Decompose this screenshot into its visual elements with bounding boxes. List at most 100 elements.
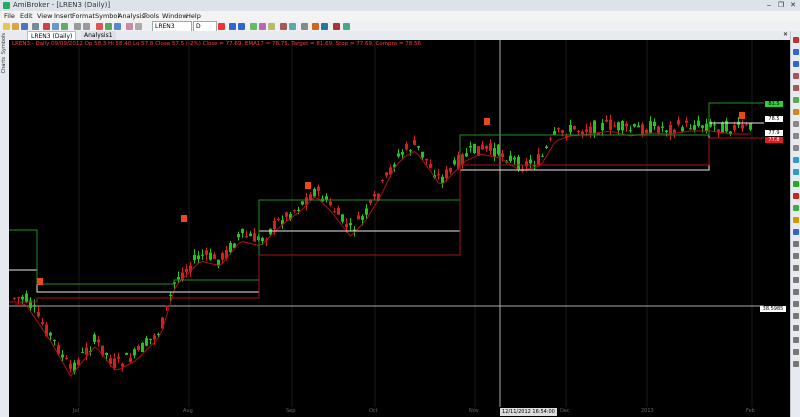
fib-retracement-icon[interactable] [793, 109, 799, 115]
candle-body [237, 234, 240, 238]
magnet-icon[interactable] [793, 217, 799, 223]
candle-body [381, 180, 384, 182]
text-tool-icon[interactable] [793, 157, 799, 163]
menu-file[interactable]: File [4, 12, 15, 20]
menu-help[interactable]: Help [186, 12, 201, 20]
menu-analysis[interactable]: Analysis [118, 12, 145, 20]
menu-tools[interactable]: Tools [143, 12, 159, 20]
candle-body [301, 201, 304, 205]
stop-icon[interactable] [333, 23, 340, 30]
copy-icon[interactable] [52, 23, 59, 30]
menu-edit[interactable]: Edit [20, 12, 33, 20]
open-icon[interactable] [12, 23, 19, 30]
candle-body [745, 124, 748, 126]
candle-body [193, 255, 196, 261]
undo-icon[interactable] [74, 23, 81, 30]
restore-button[interactable]: ❐ [777, 1, 785, 9]
lock-icon[interactable] [793, 277, 799, 283]
candle-body [697, 120, 700, 126]
minimize-button[interactable]: ‒ [765, 1, 773, 9]
alert-icon[interactable] [312, 23, 319, 30]
delete-icon[interactable] [793, 313, 799, 319]
layout-icon[interactable] [126, 23, 133, 30]
candle-body [197, 255, 200, 260]
candle-body [169, 294, 172, 296]
eraser-icon[interactable] [793, 265, 799, 271]
arrow-tool-icon[interactable] [793, 169, 799, 175]
ray-icon[interactable] [793, 61, 799, 67]
menu-insert[interactable]: Insert [54, 12, 73, 20]
chart-canvas[interactable] [9, 40, 764, 407]
candle-body [21, 296, 24, 300]
text-icon[interactable] [268, 23, 275, 30]
chart-icon[interactable] [96, 23, 103, 30]
candle-body [641, 124, 644, 135]
fibonacci-icon[interactable] [259, 23, 266, 30]
layers-icon[interactable] [793, 325, 799, 331]
candle-body [417, 145, 420, 148]
settings-icon[interactable] [135, 23, 142, 30]
candle-body [129, 358, 132, 363]
menu-format[interactable]: Format [72, 12, 95, 20]
candle-body [153, 335, 156, 340]
candlestick-icon[interactable] [289, 23, 296, 30]
arc-icon[interactable] [793, 121, 799, 127]
menu-view[interactable]: View [37, 12, 52, 20]
close-tab-icon[interactable]: ✕ [783, 31, 788, 38]
formula-icon[interactable] [114, 23, 121, 30]
candle-body [253, 233, 256, 242]
candle-body [285, 212, 288, 217]
buy-arrow-icon[interactable] [793, 181, 799, 187]
channel-icon[interactable] [793, 97, 799, 103]
crosshair-icon[interactable] [793, 361, 799, 367]
pitchfork-icon[interactable] [793, 241, 799, 247]
arrow-icon[interactable] [218, 23, 225, 30]
save-icon[interactable] [21, 23, 28, 30]
hide-icon[interactable] [793, 289, 799, 295]
tab-analysis1[interactable]: Analysis1 [81, 31, 116, 40]
candle-body [573, 126, 576, 130]
zoom-out-icon[interactable] [238, 23, 245, 30]
pointer-icon[interactable] [793, 37, 799, 43]
menu-symbol[interactable]: Symbol [95, 12, 119, 20]
trendline-icon[interactable] [793, 49, 799, 55]
gann-icon[interactable] [793, 229, 799, 235]
candle-body [661, 126, 664, 128]
sell-arrow-icon[interactable] [793, 193, 799, 199]
candle-body [17, 297, 20, 299]
candle-body [689, 128, 692, 130]
help-icon[interactable] [321, 23, 328, 30]
line-icon[interactable] [250, 23, 257, 30]
bar-chart-icon[interactable] [280, 23, 287, 30]
vertical-line-icon[interactable] [793, 85, 799, 91]
zoom-in-icon[interactable] [229, 23, 236, 30]
candle-body [577, 131, 580, 133]
candle-body [349, 223, 352, 226]
analysis-icon[interactable] [105, 23, 112, 30]
play-icon[interactable] [343, 23, 350, 30]
paste-icon[interactable] [61, 23, 68, 30]
properties-icon[interactable] [793, 301, 799, 307]
candle-body [245, 235, 248, 238]
ellipse-icon[interactable] [793, 145, 799, 151]
new-icon[interactable] [3, 23, 10, 30]
redo-icon[interactable] [83, 23, 90, 30]
candle-body [473, 143, 476, 153]
grid-icon[interactable] [793, 349, 799, 355]
symbols-tab[interactable]: Symbols [1, 33, 7, 54]
menu-window[interactable]: Window [162, 12, 188, 20]
cut-icon[interactable] [43, 23, 50, 30]
horizontal-line-icon[interactable] [793, 73, 799, 79]
charts-tab[interactable]: Charts [1, 57, 7, 73]
rectangle-icon[interactable] [793, 133, 799, 139]
refresh-icon[interactable] [301, 23, 308, 30]
candle-body [229, 242, 232, 253]
cycle-icon[interactable] [793, 253, 799, 259]
candle-body [529, 159, 532, 164]
snap-icon[interactable] [793, 337, 799, 343]
print-icon[interactable] [32, 23, 39, 30]
close-button[interactable]: ✕ [789, 1, 797, 9]
zoom-tool-icon[interactable] [793, 205, 799, 211]
price-chart[interactable] [9, 40, 764, 407]
candle-body [637, 125, 640, 128]
